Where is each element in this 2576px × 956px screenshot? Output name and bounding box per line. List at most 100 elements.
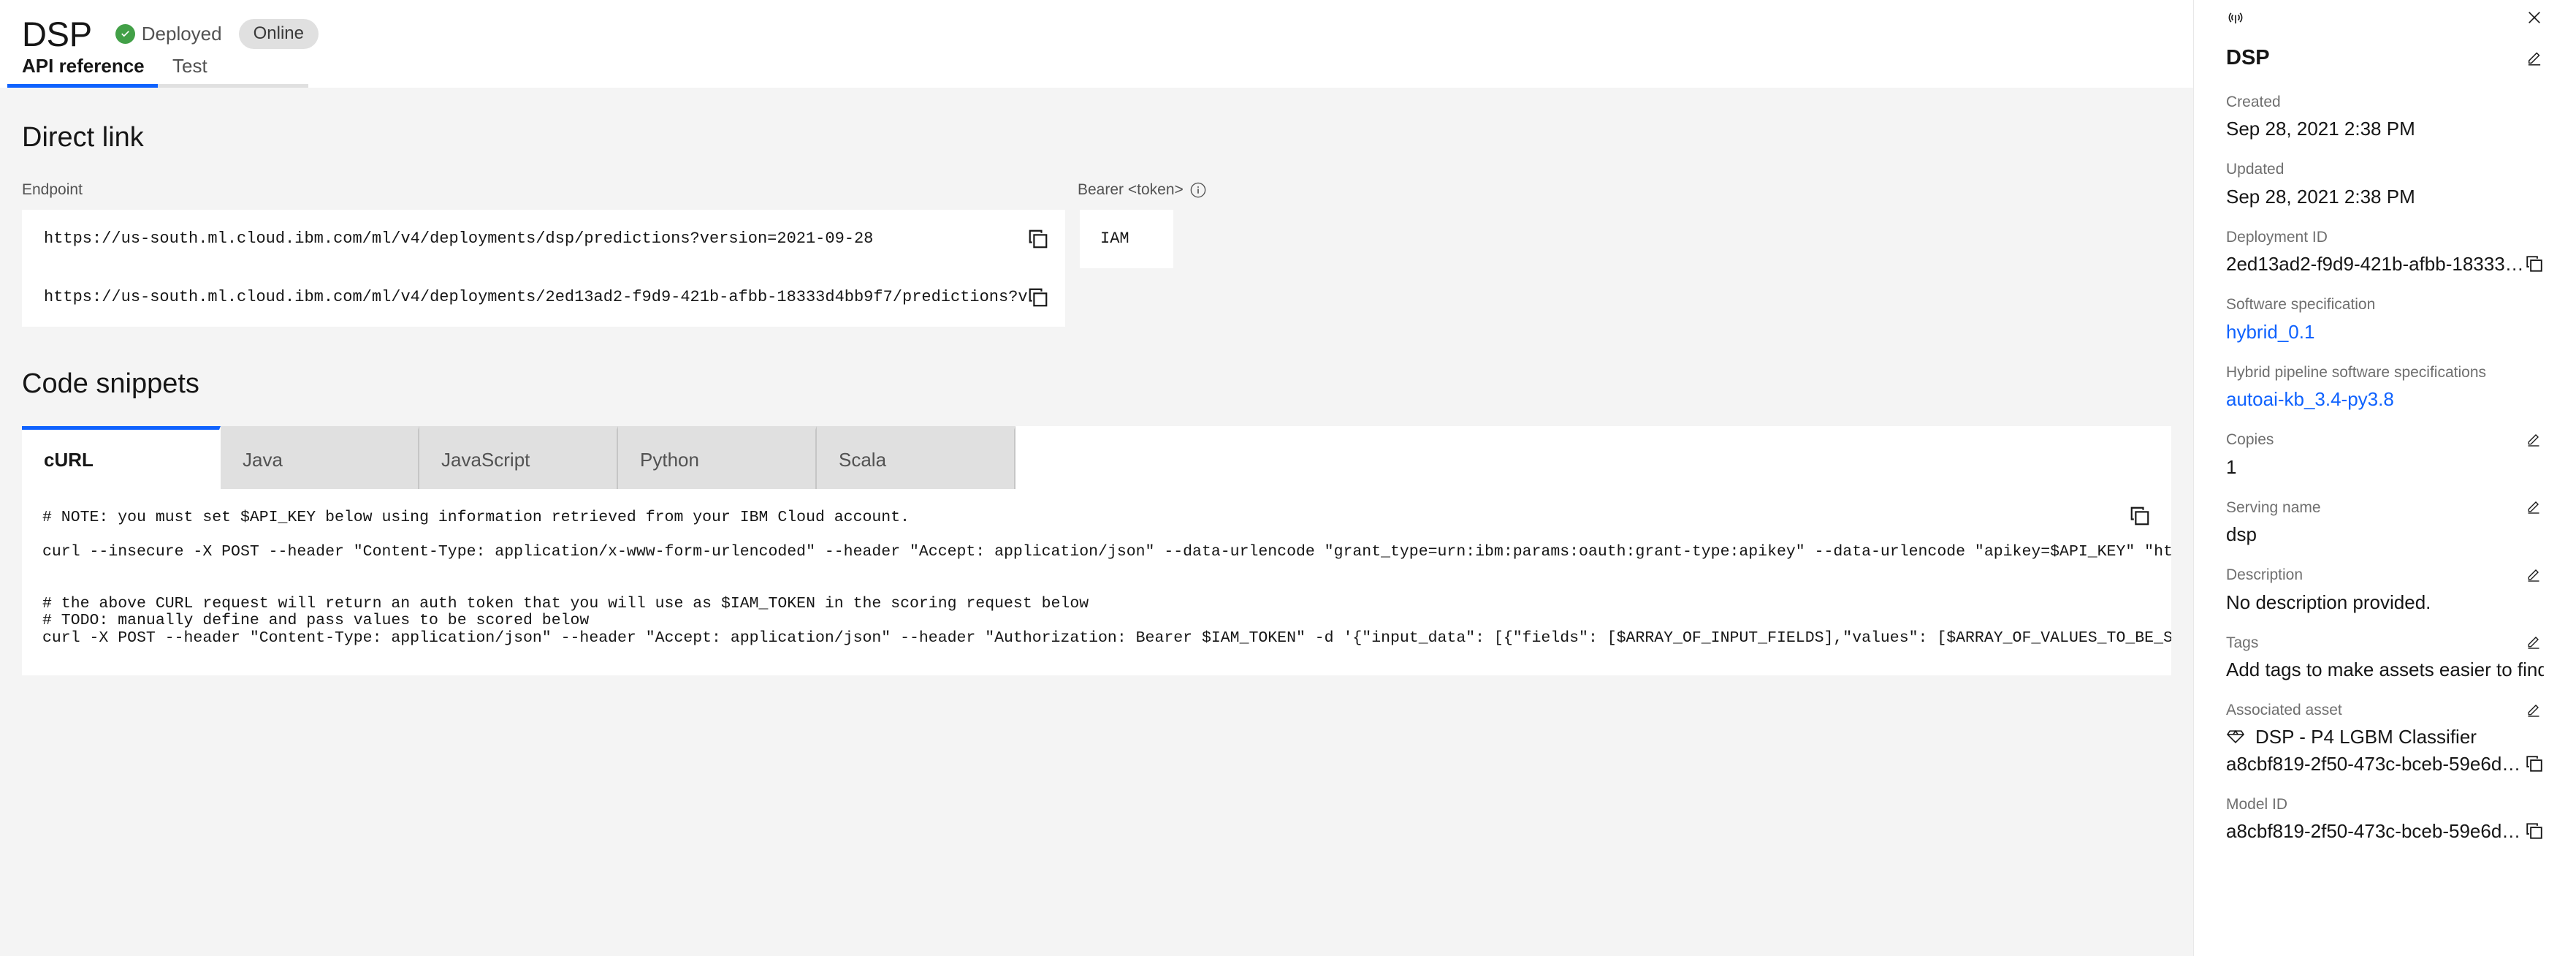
- field-value: No description provided.: [2226, 591, 2431, 613]
- hybrid-pipeline-link[interactable]: autoai-kb_3.4-py3.8: [2226, 387, 2394, 411]
- endpoint-label: Endpoint: [22, 181, 83, 198]
- copy-icon[interactable]: [2525, 822, 2544, 841]
- close-icon[interactable]: [2525, 8, 2544, 27]
- field-associated-asset-label-row: Associated asset: [2226, 701, 2544, 720]
- associated-asset-row: DSP - P4 LGBM Classifier: [2226, 727, 2544, 746]
- details-panel-top: [2226, 0, 2544, 37]
- field-value: a8cbf819-2f50-473c-bceb-59e6d…: [2226, 820, 2521, 842]
- field-model-id-label-row: Model ID: [2226, 794, 2544, 813]
- deployment-antenna-icon: [2226, 8, 2245, 27]
- deployment-api-reference-page: DSP Deployed Online API reference Test D…: [0, 0, 2576, 956]
- field-model-id-value-row: a8cbf819-2f50-473c-bceb-59e6d…: [2226, 819, 2544, 843]
- field-software-spec-label-row: Software specification: [2226, 295, 2544, 314]
- field-value: Sep 28, 2021 2:38 PM: [2226, 185, 2415, 208]
- tab-curl[interactable]: cURL: [22, 426, 221, 490]
- details-deployment-name: DSP: [2226, 45, 2270, 69]
- edit-pencil-icon[interactable]: [2525, 566, 2544, 585]
- deployment-status: Deployed: [115, 23, 222, 45]
- copy-icon[interactable]: [2129, 505, 2151, 527]
- code-line: # NOTE: you must set $API_KEY below usin…: [42, 509, 910, 527]
- code-block: # NOTE: you must set $API_KEY below usin…: [22, 489, 2171, 692]
- field-software-spec-value-row: hybrid_0.1: [2226, 320, 2544, 344]
- field-label: Deployment ID: [2226, 228, 2328, 246]
- field-model-id: Model ID a8cbf819-2f50-473c-bceb-59e6d…: [2226, 794, 2544, 843]
- tab-scala[interactable]: Scala: [817, 426, 1015, 490]
- field-serving-name-value-row: dsp: [2226, 523, 2544, 547]
- field-value: dsp: [2226, 523, 2257, 545]
- tab-java[interactable]: Java: [221, 426, 419, 490]
- details-name-row: DSP: [2226, 42, 2544, 73]
- field-label: Model ID: [2226, 795, 2288, 813]
- copy-icon[interactable]: [1027, 228, 1049, 250]
- endpoint-url-short: https://us-south.ml.cloud.ibm.com/ml/v4/…: [44, 229, 874, 249]
- field-copies: Copies 1: [2226, 430, 2544, 479]
- status-badge: Online: [238, 18, 319, 49]
- bearer-token-label-text: Bearer <token>: [1078, 181, 1184, 199]
- code-language-tabs: cURL Java JavaScript Python Scala: [22, 426, 2171, 490]
- code-line: # TODO: manually define and pass values …: [42, 612, 590, 630]
- tab-api-reference[interactable]: API reference: [7, 56, 158, 88]
- field-tags-label-row: Tags: [2226, 633, 2544, 652]
- page-header: DSP Deployed Online API reference Test: [0, 0, 2193, 88]
- page-title: DSP: [22, 14, 92, 53]
- code-tabs-filler: [1015, 426, 2171, 490]
- main-content: DSP Deployed Online API reference Test D…: [0, 0, 2193, 956]
- field-label: Hybrid pipeline software specifications: [2226, 363, 2487, 381]
- field-label: Created: [2226, 93, 2281, 110]
- code-line: curl --insecure -X POST --header "Conten…: [42, 544, 2171, 561]
- edit-pencil-icon[interactable]: [2525, 633, 2544, 652]
- field-deployment-id-value-row: 2ed13ad2-f9d9-421b-afbb-18333…: [2226, 252, 2544, 276]
- field-hybrid-pipeline-value-row: autoai-kb_3.4-py3.8: [2226, 387, 2544, 411]
- field-value: a8cbf819-2f50-473c-bceb-59e6d…: [2226, 752, 2521, 775]
- scroll-content: Direct link Endpoint Bearer <token> http…: [0, 88, 2193, 922]
- code-line: # the above CURL request will return an …: [42, 595, 1089, 612]
- field-hybrid-pipeline-specs: Hybrid pipeline software specifications …: [2226, 363, 2544, 411]
- copy-icon[interactable]: [1027, 287, 1049, 308]
- field-associated-asset: Associated asset DSP - P4 LGBM Classifie…: [2226, 701, 2544, 776]
- field-value: 2ed13ad2-f9d9-421b-afbb-18333…: [2226, 253, 2524, 275]
- tab-bar: API reference Test: [0, 54, 2193, 88]
- direct-link-heading: Direct link: [22, 122, 144, 153]
- edit-pencil-icon[interactable]: [2525, 498, 2544, 517]
- field-serving-name: Serving name dsp: [2226, 498, 2544, 547]
- field-created-value-row: Sep 28, 2021 2:38 PM: [2226, 117, 2544, 141]
- field-description-label-row: Description: [2226, 566, 2544, 585]
- bearer-token-field[interactable]: IAM: [1080, 209, 1173, 268]
- model-asset-icon: [2226, 729, 2245, 745]
- information-icon[interactable]: [1190, 182, 1206, 198]
- field-value: Add tags to make assets easier to find.: [2226, 659, 2544, 680]
- edit-pencil-icon[interactable]: [2525, 430, 2544, 449]
- tab-javascript[interactable]: JavaScript: [419, 426, 618, 490]
- field-tags-value-row: Add tags to make assets easier to find.: [2226, 658, 2544, 682]
- edit-pencil-icon[interactable]: [2525, 701, 2544, 720]
- field-software-specification: Software specification hybrid_0.1: [2226, 295, 2544, 344]
- associated-asset-id-row: a8cbf819-2f50-473c-bceb-59e6d…: [2226, 752, 2544, 776]
- bearer-token-value: IAM: [1100, 229, 1129, 249]
- software-spec-link[interactable]: hybrid_0.1: [2226, 320, 2314, 344]
- field-tags: Tags Add tags to make assets easier to f…: [2226, 633, 2544, 682]
- deployment-status-label: Deployed: [141, 23, 222, 45]
- tab-test[interactable]: Test: [158, 56, 308, 88]
- tab-python[interactable]: Python: [618, 426, 817, 490]
- field-label-row: Endpoint Bearer <token>: [22, 182, 2171, 198]
- associated-asset-name[interactable]: DSP - P4 LGBM Classifier: [2255, 727, 2477, 746]
- field-updated-label-row: Updated: [2226, 160, 2544, 179]
- copy-icon[interactable]: [2525, 754, 2544, 773]
- title-row: DSP Deployed Online: [0, 0, 2193, 54]
- field-copies-value-row: 1: [2226, 455, 2544, 479]
- copy-icon[interactable]: [2525, 254, 2544, 273]
- endpoint-url-full: https://us-south.ml.cloud.ibm.com/ml/v4/…: [44, 288, 1027, 307]
- field-label: Copies: [2226, 431, 2274, 448]
- edit-pencil-icon[interactable]: [2525, 48, 2544, 67]
- field-value: Sep 28, 2021 2:38 PM: [2226, 118, 2415, 140]
- field-created-label-row: Created: [2226, 92, 2544, 111]
- checkmark-filled-icon: [115, 23, 135, 44]
- field-created: Created Sep 28, 2021 2:38 PM: [2226, 92, 2544, 141]
- field-updated: Updated Sep 28, 2021 2:38 PM: [2226, 160, 2544, 209]
- details-panel: DSP Created Sep 28, 2021 2:38 PM Updated…: [2193, 0, 2576, 956]
- field-label: Serving name: [2226, 498, 2321, 516]
- field-label: Description: [2226, 566, 2303, 583]
